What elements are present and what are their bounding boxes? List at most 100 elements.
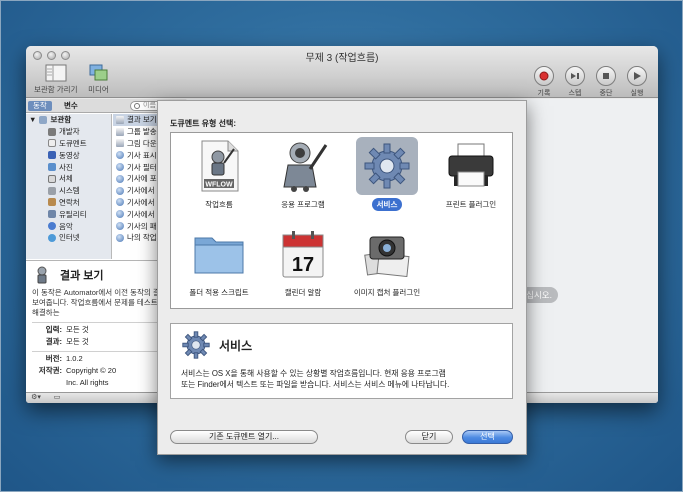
type-image-capture-plugin[interactable]: 이미지 캡처 플러그인: [347, 225, 427, 299]
library-item[interactable]: 시스템: [26, 185, 111, 197]
step-button[interactable]: 스텝: [562, 66, 588, 98]
hide-library-button[interactable]: 보관함 가리기: [34, 64, 77, 95]
copyright-value-line2: Inc. All rights: [66, 378, 109, 387]
library-item[interactable]: 동영상: [26, 149, 111, 161]
library-list: ▼ 보관함 개발자 도큐멘트 동영상 사진 서체 시스템 연락처 유틸리티 음악…: [26, 114, 112, 259]
calendar-day: 17: [292, 254, 314, 276]
hide-library-label: 보관함 가리기: [34, 85, 78, 94]
input-label: 입력:: [45, 325, 62, 334]
choose-button[interactable]: 선택: [462, 430, 513, 444]
search-icon: [134, 103, 140, 109]
close-button[interactable]: 닫기: [405, 430, 453, 444]
record-button[interactable]: 기록: [531, 66, 557, 98]
library-header-label: 보관함: [50, 115, 72, 125]
developer-icon: [48, 127, 56, 136]
version-label: 버전:: [45, 354, 62, 363]
action-icon: [116, 151, 124, 160]
version-value: 1.0.2: [66, 354, 83, 363]
media-button[interactable]: 미디어: [87, 64, 109, 95]
search-placeholder: 이름: [143, 102, 156, 109]
automator-robot-icon: [37, 266, 47, 284]
window-title: 무제 3 (작업흐름): [305, 53, 379, 64]
action-icon: [116, 127, 124, 136]
title-bar: 무제 3 (작업흐름) 보관함 가리기 미디어 기록 스텝 중단 실행: [26, 46, 658, 98]
type-label: 프린트 플러그인: [445, 200, 497, 209]
toggle-description-button[interactable]: ▭: [50, 394, 64, 402]
run-button[interactable]: 실행: [624, 66, 650, 98]
action-menu-button[interactable]: ⚙▾: [29, 394, 43, 402]
tab-variables[interactable]: 변수: [64, 101, 78, 111]
action-icon: [116, 198, 124, 207]
printer-icon: [448, 143, 494, 187]
tab-actions[interactable]: 동작: [28, 101, 52, 111]
workflow-badge: WFLOW: [205, 182, 233, 189]
library-header[interactable]: ▼ 보관함: [26, 114, 111, 126]
type-label: 서비스: [371, 198, 403, 211]
font-icon: [48, 174, 56, 183]
action-icon: [116, 222, 124, 231]
library-item[interactable]: 도큐멘트: [26, 138, 111, 150]
type-workflow[interactable]: WFLOW 작업흐름: [179, 137, 259, 211]
copyright-label: 저작권:: [38, 366, 62, 375]
library-item[interactable]: 음악: [26, 220, 111, 232]
action-icon: [116, 186, 124, 195]
library-icon: [45, 64, 67, 82]
result-label: 결과:: [45, 337, 62, 346]
action-icon: [116, 163, 124, 172]
info-title: 서비스: [219, 338, 253, 353]
workflow-doc-icon: WFLOW: [201, 140, 239, 192]
play-icon: [634, 72, 641, 80]
system-icon: [48, 186, 56, 195]
type-label: 폴더 적용 스크립트: [189, 288, 249, 297]
type-calendar-alarm[interactable]: 17 캘린더 알람: [263, 225, 343, 299]
action-icon: [116, 139, 124, 148]
type-label: 이미지 캡처 플러그인: [353, 288, 421, 297]
description-toggle-icon: ▭: [53, 394, 61, 401]
action-icon: [116, 210, 124, 219]
automator-robot-icon: [283, 142, 328, 192]
stop-button[interactable]: 중단: [593, 66, 619, 98]
library-item[interactable]: 개발자: [26, 126, 111, 138]
document-type-sheet: 도큐멘트 유형 선택: WFLOW 작업흐름 응용 프로그램 서비스 프린트 플…: [157, 100, 527, 455]
disclosure-triangle-icon: ▼: [29, 115, 37, 125]
action-icon: [116, 174, 124, 183]
type-info-box: 서비스 서비스는 OS X을 통해 사용할 수 있는 상황별 작업흐름입니다. …: [170, 323, 513, 399]
library-item[interactable]: 사진: [26, 161, 111, 173]
type-application[interactable]: 응용 프로그램: [263, 137, 343, 211]
library-item[interactable]: 연락처: [26, 197, 111, 209]
library-item[interactable]: 서체: [26, 173, 111, 185]
type-service[interactable]: 서비스: [347, 137, 427, 211]
action-icon: [116, 233, 124, 242]
media-icon: [89, 64, 108, 81]
music-icon: [48, 222, 56, 231]
photo-icon: [48, 163, 56, 172]
step-label: 스텝: [568, 90, 582, 97]
library-item[interactable]: 인터넷: [26, 232, 111, 244]
library-item[interactable]: 유틸리티: [26, 208, 111, 220]
info-text: 서비스는 OS X을 통해 사용할 수 있는 상황별 작업흐름입니다. 현재 응…: [181, 368, 500, 390]
type-print-plugin[interactable]: 프린트 플러그인: [431, 137, 511, 211]
type-folder-action[interactable]: 폴더 적용 스크립트: [179, 225, 259, 299]
type-label: 캘린더 알람: [284, 288, 322, 297]
open-existing-document-button[interactable]: 기존 도큐멘트 열기...: [170, 430, 318, 444]
result-value: 모든 것: [66, 337, 89, 346]
info-text-line: 또는 Finder에서 텍스트 또는 파일을 받습니다. 서비스는 서비스 메뉴…: [181, 380, 450, 389]
gear-icon: ⚙▾: [31, 394, 41, 401]
step-icon: [571, 73, 579, 79]
action-icon: [116, 115, 124, 124]
gear-icon: [182, 331, 210, 359]
calendar-icon: 17: [282, 231, 324, 278]
utilities-icon: [48, 210, 56, 219]
run-label: 실행: [630, 90, 644, 97]
stop-icon: [603, 73, 609, 79]
library-folder-icon: [39, 115, 48, 124]
record-icon: [539, 71, 549, 81]
document-type-grid: WFLOW 작업흐름 응용 프로그램 서비스 프린트 플러그인 폴더 적용 스크…: [170, 132, 513, 309]
description-title: 결과 보기: [60, 270, 104, 282]
info-text-line: 서비스는 OS X을 통해 사용할 수 있는 상황별 작업흐름입니다. 현재 응…: [181, 369, 446, 378]
input-value: 모든 것: [66, 325, 89, 334]
internet-icon: [48, 233, 56, 242]
contacts-icon: [48, 198, 56, 207]
folder-icon: [194, 237, 244, 274]
type-label: 응용 프로그램: [281, 200, 325, 209]
